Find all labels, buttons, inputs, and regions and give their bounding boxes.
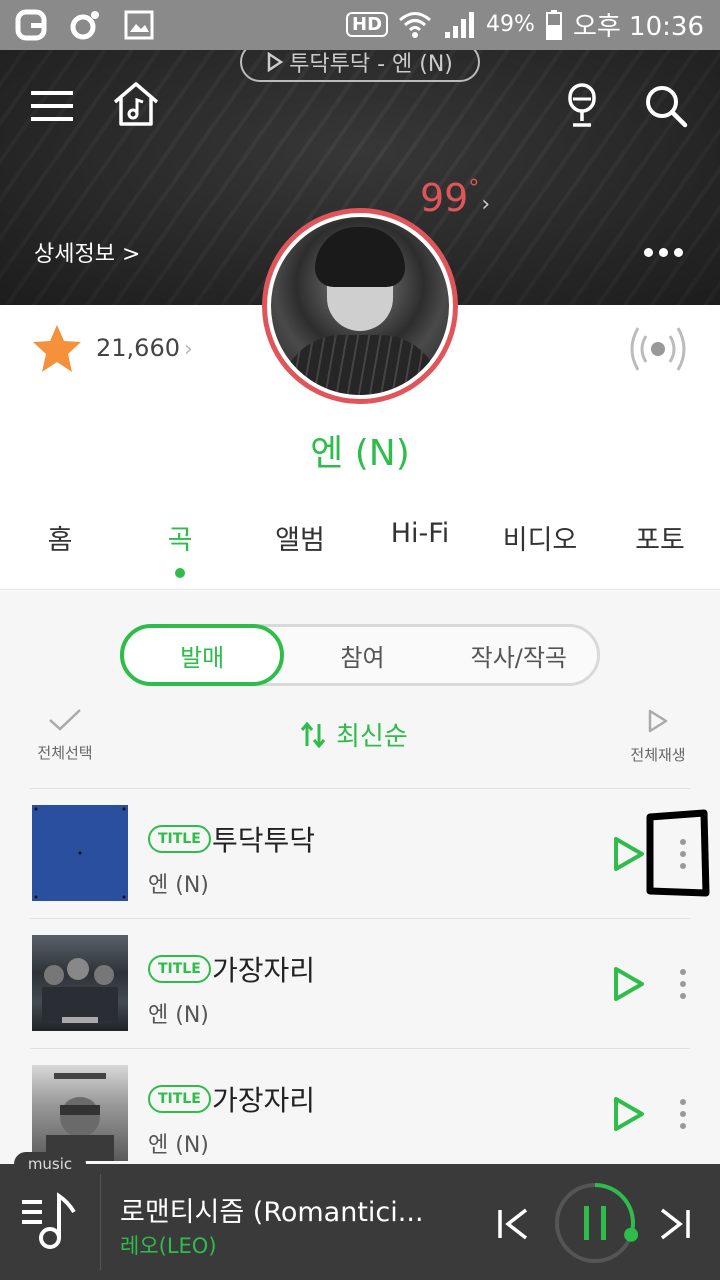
- tab-videos[interactable]: 비디오: [485, 518, 595, 589]
- next-icon: [660, 1208, 690, 1240]
- song-row[interactable]: TITLE 투닥투닥 엔 (N): [0, 789, 720, 919]
- home-button[interactable]: [108, 76, 164, 132]
- more-options-icon[interactable]: [644, 248, 683, 257]
- playlist-button[interactable]: [18, 1188, 80, 1254]
- play-all-label: 전체재생: [630, 746, 686, 764]
- fan-count-value: 21,660: [96, 334, 180, 362]
- music-tag: music: [14, 1152, 86, 1176]
- chevron-right-icon: ›: [183, 337, 193, 362]
- music-home-icon: [113, 82, 159, 126]
- annotation-box: [646, 809, 710, 897]
- status-bar: HD 49% 오후 10:36: [0, 0, 720, 50]
- song-title: 가장자리: [212, 954, 316, 987]
- app-g-icon: [14, 8, 48, 42]
- previous-button[interactable]: [494, 1204, 534, 1244]
- song-row[interactable]: TITLE 가장자리 엔 (N): [0, 919, 720, 1049]
- segment-composed[interactable]: 작사/작곡: [441, 627, 597, 683]
- song-artist: 엔 (N): [148, 1133, 209, 1158]
- title-badge: TITLE: [148, 955, 211, 983]
- playback-progress-knob[interactable]: [624, 1227, 639, 1242]
- artist-temperature[interactable]: 99°›: [420, 176, 490, 220]
- album-cover[interactable]: [32, 1065, 128, 1161]
- tab-songs[interactable]: 곡: [125, 518, 235, 589]
- song-artist: 엔 (N): [148, 1003, 209, 1028]
- active-tab-indicator: [175, 568, 185, 578]
- select-all-button[interactable]: 전체선택: [28, 708, 102, 763]
- play-all-button[interactable]: 전체재생: [620, 708, 696, 765]
- battery-percent: 49%: [486, 12, 535, 37]
- pause-progress-icon: [555, 1183, 639, 1263]
- play-outline-icon: [648, 709, 668, 733]
- gallery-icon: [122, 8, 156, 42]
- pause-button[interactable]: [552, 1180, 639, 1266]
- fan-count[interactable]: 21,660 ›: [96, 334, 193, 362]
- search-button[interactable]: [638, 78, 694, 134]
- album-cover[interactable]: [32, 935, 128, 1031]
- artist-name: 엔 (N): [310, 433, 410, 474]
- microphone-icon: [568, 83, 596, 127]
- artist-avatar[interactable]: [262, 208, 458, 404]
- tab-home[interactable]: 홈: [5, 518, 115, 589]
- sort-button[interactable]: 최신순: [300, 716, 408, 753]
- temperature-value: 99: [420, 176, 469, 220]
- song-row[interactable]: TITLE 가장자리 엔 (N): [0, 1049, 720, 1179]
- voice-search-button[interactable]: [554, 78, 610, 134]
- previous-icon: [498, 1208, 528, 1240]
- play-icon: [614, 967, 644, 1001]
- title-badge: TITLE: [148, 825, 211, 853]
- broadcast-icon[interactable]: [628, 322, 688, 376]
- next-button[interactable]: [654, 1204, 694, 1244]
- fan-star-icon[interactable]: [30, 322, 84, 376]
- now-playing-pill[interactable]: 투닥투닥 - 엔 (N): [240, 50, 480, 82]
- play-song-button[interactable]: [612, 965, 646, 1003]
- segment-participated[interactable]: 참여: [284, 627, 440, 683]
- detail-info-link[interactable]: 상세정보 >: [34, 236, 140, 268]
- song-type-segmented-control: 발매 참여 작사/작곡: [120, 624, 600, 686]
- title-badge: TITLE: [148, 1085, 211, 1113]
- song-artist: 엔 (N): [148, 873, 209, 898]
- play-song-button[interactable]: [612, 835, 646, 873]
- temperature-unit: °: [468, 176, 480, 201]
- playback-progress-arc: [594, 1183, 635, 1236]
- play-outline-icon: [267, 52, 284, 72]
- player-track-title: 로맨티시즘 (Romantici...: [120, 1197, 424, 1228]
- play-icon: [614, 837, 644, 871]
- song-title: 투닥투닥: [212, 824, 316, 857]
- now-playing-text: 투닥투닥 - 엔 (N): [289, 52, 453, 77]
- wifi-icon: [398, 8, 432, 42]
- artist-tabs: 홈 곡 앨범 Hi-Fi 비디오 포토: [0, 518, 720, 590]
- clock: 오후 10:36: [572, 12, 704, 42]
- album-cover[interactable]: [32, 805, 128, 901]
- hd-badge: HD: [346, 12, 389, 37]
- select-all-label: 전체선택: [37, 744, 93, 762]
- tab-hifi[interactable]: Hi-Fi: [365, 518, 475, 589]
- search-icon: [646, 86, 688, 128]
- player-track-artist: 레오(LEO): [120, 1234, 217, 1258]
- sort-arrows-icon: [300, 721, 326, 748]
- song-more-button[interactable]: [676, 1095, 690, 1133]
- tab-albums[interactable]: 앨범: [245, 518, 355, 589]
- song-more-button[interactable]: [676, 965, 690, 1003]
- playlist-icon: [22, 1192, 76, 1249]
- song-title: 가장자리: [212, 1084, 316, 1117]
- hamburger-icon: [31, 91, 73, 121]
- menu-button[interactable]: [24, 78, 80, 134]
- app-o-icon: [68, 8, 102, 42]
- battery-icon: [545, 8, 563, 42]
- play-song-button[interactable]: [612, 1095, 646, 1133]
- checkmark-icon: [49, 709, 81, 731]
- segment-released[interactable]: 발매: [120, 624, 285, 686]
- mini-player[interactable]: 로맨티시즘 (Romantici... 레오(LEO): [0, 1164, 720, 1280]
- chevron-right-icon: ›: [481, 192, 491, 217]
- tab-photos[interactable]: 포토: [605, 518, 715, 589]
- signal-icon: [442, 8, 476, 42]
- play-icon: [614, 1097, 644, 1131]
- sort-label: 최신순: [336, 722, 408, 752]
